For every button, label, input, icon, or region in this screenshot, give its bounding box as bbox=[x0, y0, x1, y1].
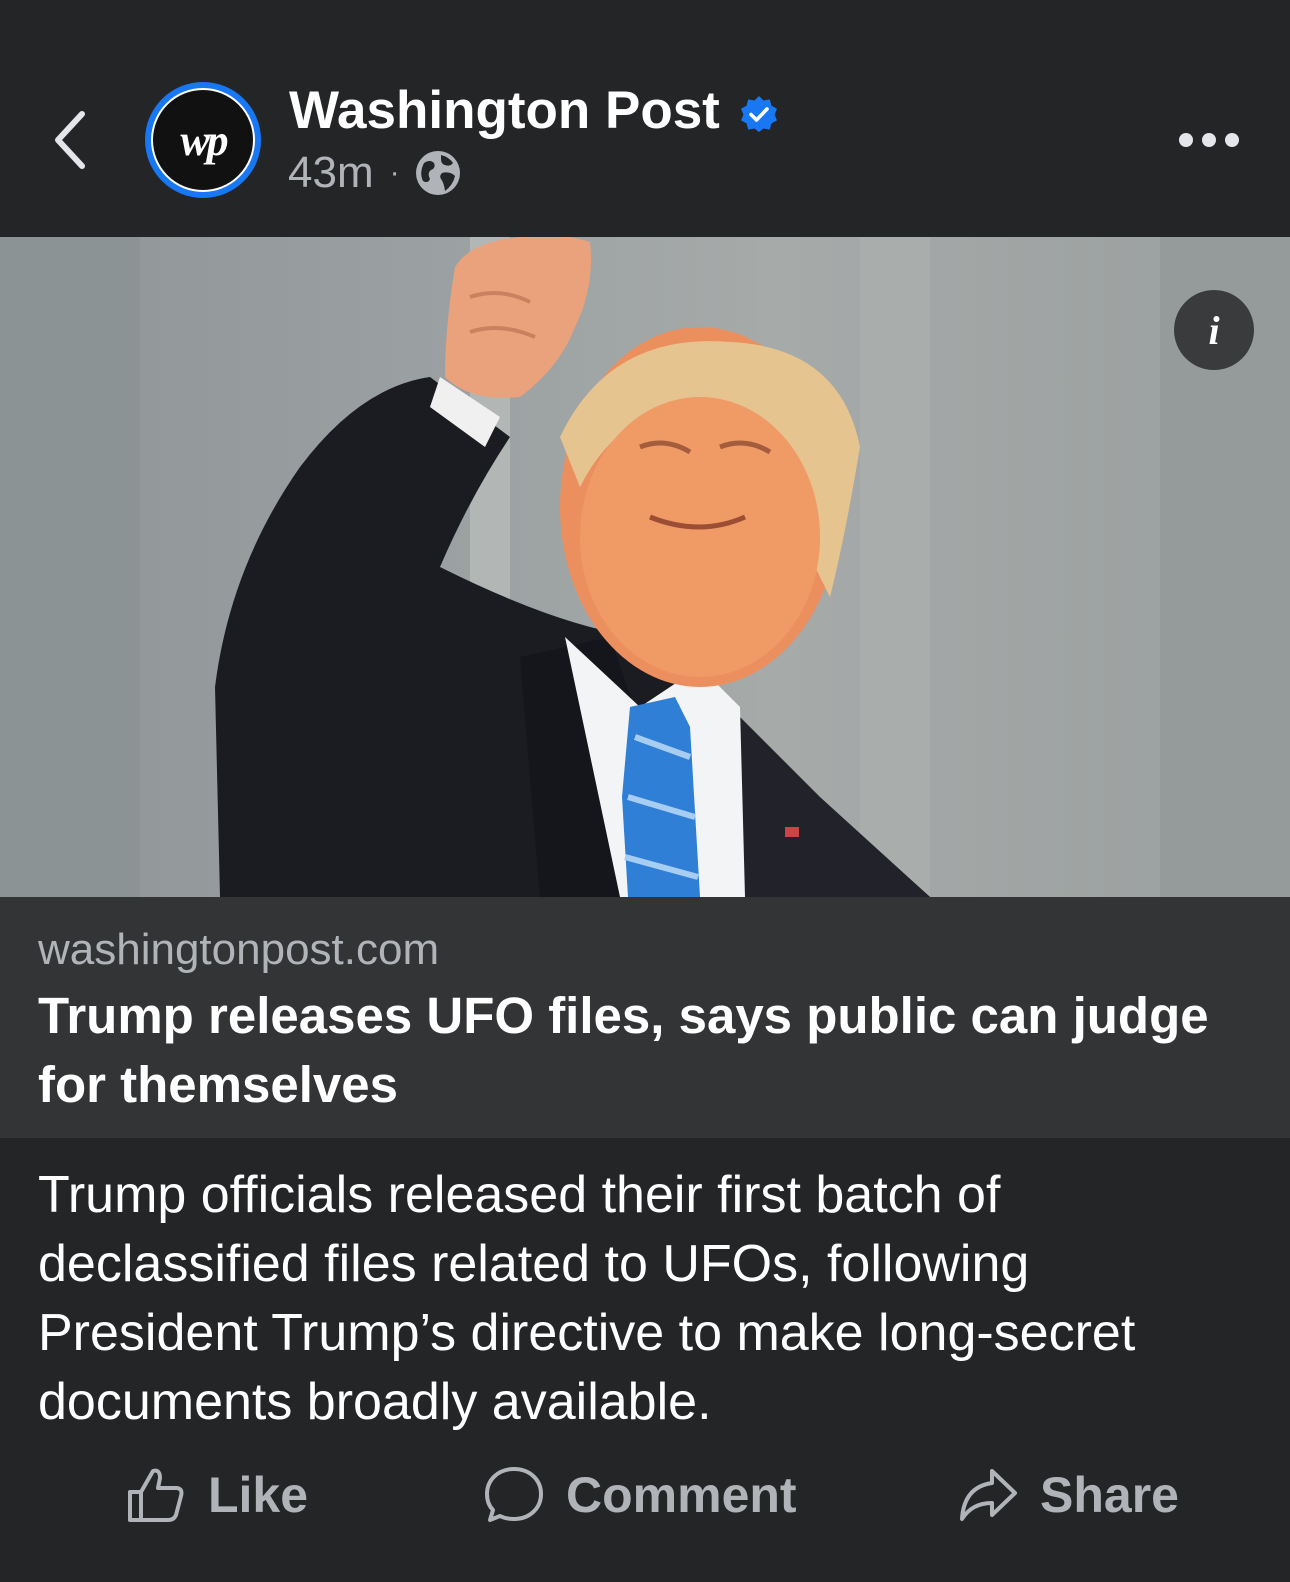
link-headline: Trump releases UFO files, says public ca… bbox=[38, 987, 1209, 1113]
page-name[interactable]: Washington Post bbox=[289, 80, 720, 141]
share-button[interactable]: Share bbox=[958, 1455, 1179, 1535]
share-arrow-icon bbox=[960, 1469, 1017, 1521]
ad-info-button[interactable]: i bbox=[1174, 290, 1254, 370]
post-caption: Trump officials released their first bat… bbox=[38, 1166, 1136, 1431]
info-icon: i bbox=[1208, 307, 1220, 353]
meta-separator: · bbox=[389, 156, 400, 189]
washington-post-logo: wp bbox=[180, 115, 228, 165]
like-label: Like bbox=[208, 1467, 309, 1523]
avatar-logo-frame: wp bbox=[151, 88, 255, 192]
page-avatar[interactable]: wp bbox=[145, 82, 261, 198]
globe-icon bbox=[415, 151, 460, 195]
post-timestamp[interactable]: 43m bbox=[288, 148, 374, 198]
post-meta: 43m · bbox=[288, 148, 462, 198]
post-photo[interactable]: i bbox=[0, 237, 1290, 897]
verified-badge-icon bbox=[741, 96, 777, 132]
post-action-bar: Like Comment Share bbox=[0, 1455, 1290, 1535]
like-button[interactable]: Like bbox=[126, 1455, 308, 1535]
photo-illustration bbox=[0, 237, 1290, 897]
share-label: Share bbox=[1040, 1467, 1179, 1523]
comment-label: Comment bbox=[566, 1467, 797, 1523]
thumbs-up-icon bbox=[128, 1468, 184, 1522]
post-header: wp Washington Post 43m · bbox=[0, 0, 1290, 237]
comment-button[interactable]: Comment bbox=[484, 1455, 797, 1535]
link-domain: washingtonpost.com bbox=[38, 925, 440, 974]
comment-bubble-icon bbox=[485, 1467, 543, 1522]
back-chevron-icon[interactable] bbox=[52, 108, 88, 172]
link-preview-card[interactable]: washingtonpost.com Trump releases UFO fi… bbox=[0, 897, 1290, 1138]
more-options-icon[interactable] bbox=[1178, 128, 1240, 152]
